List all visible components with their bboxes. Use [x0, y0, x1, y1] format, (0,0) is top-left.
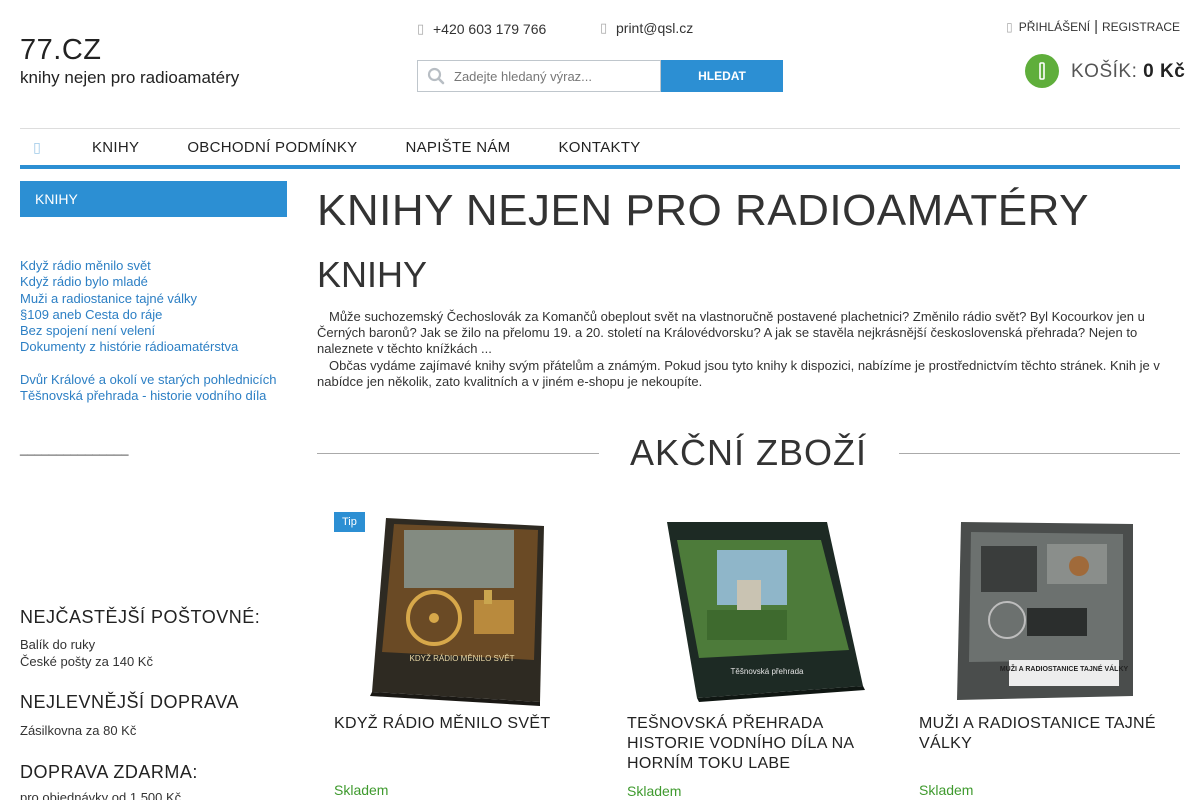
stock-status: Skladem — [919, 782, 974, 798]
stock-status: Skladem — [334, 782, 389, 798]
product-cover-text: Těšnovská přehrada — [731, 667, 804, 676]
site-logo-title[interactable]: 77.CZ — [20, 34, 101, 67]
cheapest-line: Zásilkovna za 80 Kč — [20, 723, 137, 738]
auth-separator: | — [1094, 18, 1098, 35]
postage-info: Balík do ruky České pošty za 140 Kč — [20, 637, 153, 670]
phone-number[interactable]: +420 603 179 766 — [433, 21, 546, 37]
search-input[interactable] — [454, 68, 650, 84]
sidebar-link[interactable]: Těšnovská přehrada - historie vodního dí… — [20, 388, 287, 404]
nav-accent-bar — [20, 165, 1180, 169]
phone-contact[interactable]: ▯ +420 603 179 766 — [417, 21, 546, 37]
featured-heading: AKČNÍ ZBOŽÍ — [317, 432, 1180, 476]
phone-icon: ▯ — [417, 21, 425, 36]
intro-paragraph: Občas vydáme zajímavé knihy svým přátelů… — [317, 357, 1160, 389]
auth-links: ▯ PŘIHLÁŠENÍ | REGISTRACE — [1006, 18, 1180, 35]
home-icon[interactable]: ▯ — [20, 139, 54, 156]
cart-icon[interactable] — [1025, 54, 1059, 88]
section-title: KNIHY — [317, 254, 428, 295]
user-icon: ▯ — [1006, 19, 1013, 34]
product-name[interactable]: MUŽI A RADIOSTANICE TAJNÉ VÁLKY — [919, 714, 1169, 754]
postage-heading: NEJČASTĚJŠÍ POŠTOVNÉ: — [20, 607, 261, 627]
login-link[interactable]: PŘIHLÁŠENÍ — [1019, 20, 1090, 34]
product-cover-text: KDYŽ RÁDIO MĚNILO SVĚT — [410, 654, 515, 663]
cart-label: KOŠÍK: — [1071, 61, 1138, 82]
sidebar-link[interactable]: Bez spojení není velení — [20, 323, 287, 339]
cart-summary[interactable]: KOŠÍK: 0 Kč — [1071, 61, 1185, 83]
search-button[interactable]: HLEDAT — [661, 60, 783, 92]
product-image[interactable]: MUŽI A RADIOSTANICE TAJNÉ VÁLKY — [919, 510, 1179, 708]
nav-item-napiste-nam[interactable]: NAPIŠTE NÁM — [405, 139, 510, 156]
email-address[interactable]: print@qsl.cz — [616, 20, 693, 36]
sidebar-link[interactable]: Muži a radiostanice tajné války — [20, 291, 287, 307]
sidebar-link[interactable]: Dvůr Králové a okolí ve starých pohledni… — [20, 372, 287, 388]
free-shipping-line: pro objednávky od 1 500 Kč — [20, 790, 182, 800]
main-nav: ▯ KNIHY OBCHODNÍ PODMÍNKY NAPIŠTE NÁM KO… — [20, 129, 1180, 165]
search-icon — [418, 67, 454, 85]
register-link[interactable]: REGISTRACE — [1102, 20, 1180, 34]
product-cover-text: MUŽI A RADIOSTANICE TAJNÉ VÁLKY — [1000, 664, 1129, 673]
search-field[interactable] — [417, 60, 661, 92]
sidebar-link[interactable]: §109 aneb Cesta do ráje — [20, 307, 287, 323]
envelope-icon: ▯ — [600, 20, 608, 35]
site-logo-subtitle: knihy nejen pro radioamatéry — [20, 68, 240, 87]
product-image[interactable]: KDYŽ RÁDIO MĚNILO SVĚT — [334, 510, 594, 708]
sidebar-links: Když rádio měnilo svět Když rádio bylo m… — [20, 258, 287, 404]
page-title: KNIHY NEJEN PRO RADIOAMATÉRY — [317, 186, 1089, 235]
sidebar-separator: _______________ — [20, 441, 129, 456]
nav-item-kontakty[interactable]: KONTAKTY — [558, 139, 640, 156]
nav-item-obchodni-podminky[interactable]: OBCHODNÍ PODMÍNKY — [187, 139, 357, 156]
sidebar-link[interactable]: Když rádio bylo mladé — [20, 274, 287, 290]
product-image[interactable]: Těšnovská přehrada — [627, 510, 887, 708]
postage-line: České pošty za 140 Kč — [20, 653, 153, 669]
stock-status: Skladem — [627, 783, 682, 799]
cart-total: 0 Kč — [1143, 61, 1186, 82]
featured-title: AKČNÍ ZBOŽÍ — [629, 432, 868, 473]
email-contact[interactable]: ▯ print@qsl.cz — [600, 20, 693, 36]
product-name[interactable]: TEŠNOVSKÁ PŘEHRADA HISTORIE VODNÍHO DÍLA… — [627, 714, 877, 774]
postage-line: Balík do ruky — [20, 637, 96, 652]
cheapest-heading: NEJLEVNĚJŠÍ DOPRAVA — [20, 692, 239, 712]
intro-paragraph: Může suchozemský Čechoslovák za Komančů … — [317, 309, 1145, 357]
sidebar-link[interactable]: Dokumenty z histórie rádioamatérstva — [20, 339, 287, 355]
tip-badge: Tip — [334, 512, 365, 532]
sidebar-heading[interactable]: KNIHY — [20, 181, 287, 217]
product-name[interactable]: KDYŽ RÁDIO MĚNILO SVĚT — [334, 714, 584, 734]
intro-text: Může suchozemský Čechoslovák za Komančů … — [317, 309, 1180, 390]
nav-item-knihy[interactable]: KNIHY — [92, 139, 139, 156]
sidebar-link[interactable]: Když rádio měnilo svět — [20, 258, 287, 274]
free-shipping-heading: DOPRAVA ZDARMA: — [20, 762, 198, 782]
